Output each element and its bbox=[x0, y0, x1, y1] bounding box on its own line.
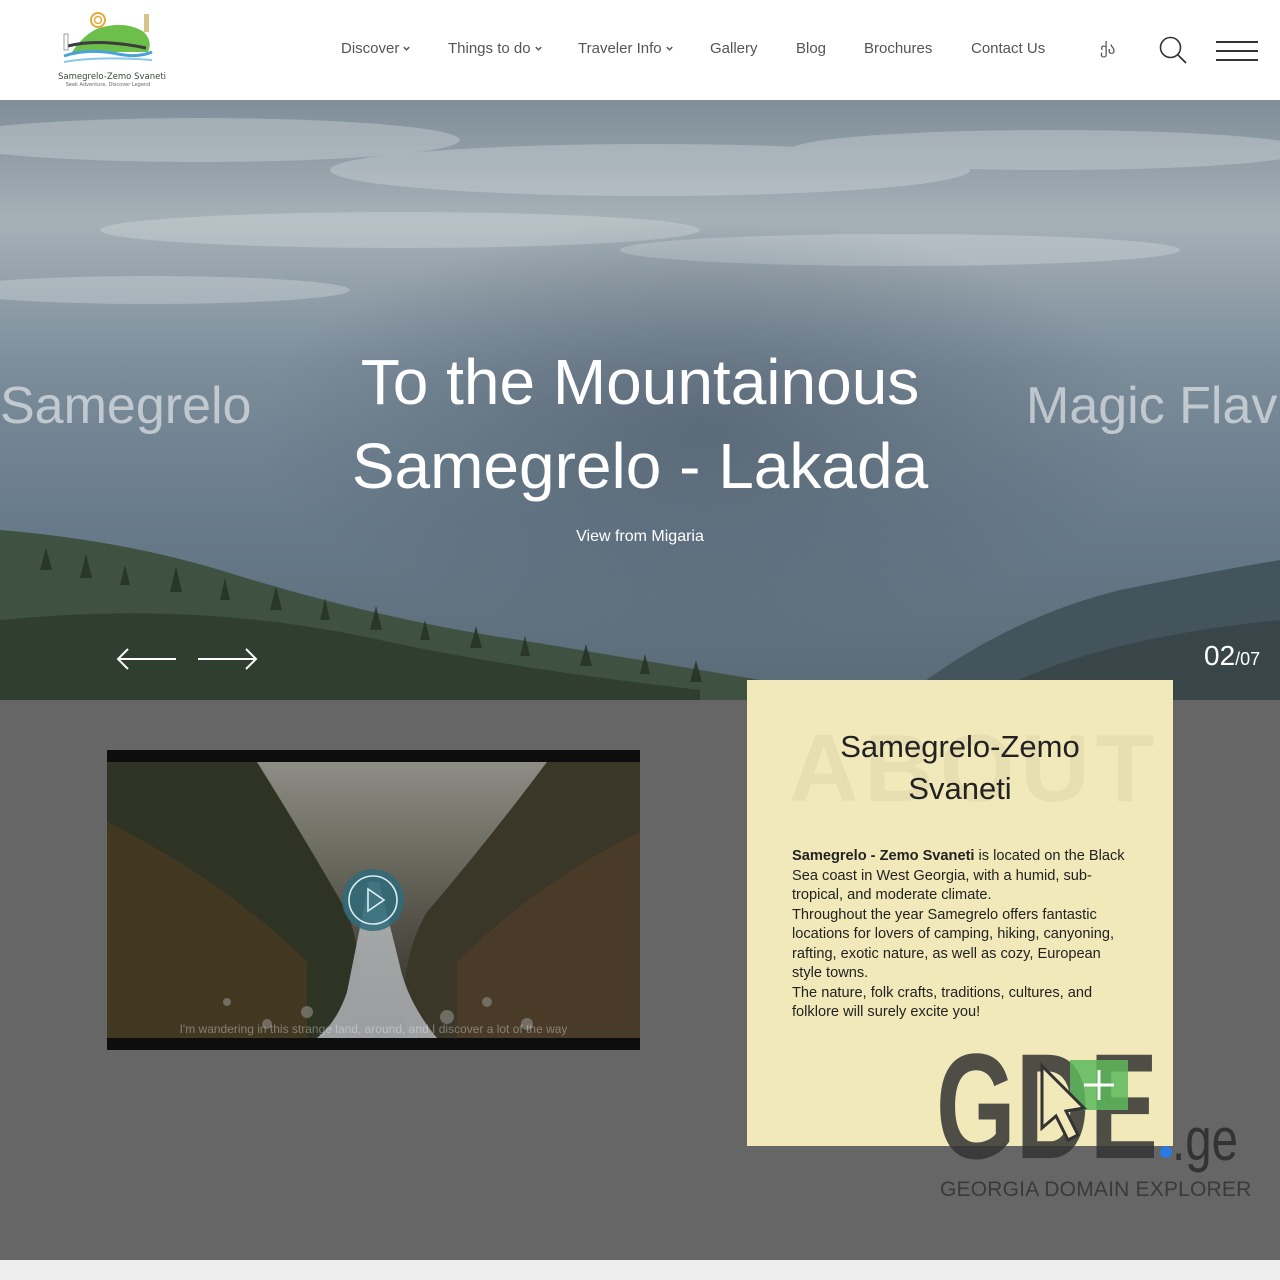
footer-strip bbox=[0, 1260, 1280, 1280]
arrow-left-icon bbox=[116, 648, 176, 670]
about-lead-bold: Samegrelo - Zemo Svaneti bbox=[792, 848, 975, 864]
video-play-button[interactable] bbox=[341, 868, 405, 932]
prev-slide-title[interactable]: Samegrelo bbox=[0, 376, 251, 436]
about-title: Samegrelo-Zemo Svaneti bbox=[840, 729, 1080, 806]
nav-item-label: Blog bbox=[796, 40, 827, 57]
next-slide-title[interactable]: Magic Flav bbox=[1026, 376, 1277, 436]
hamburger-icon-line bbox=[1216, 59, 1258, 61]
chevron-down-icon bbox=[665, 46, 673, 51]
nav-item-gallery[interactable]: Gallery bbox=[710, 40, 758, 57]
about-paragraph-2: Throughout the year Samegrelo offers fan… bbox=[792, 906, 1115, 982]
nav-item-label: Traveler Info bbox=[578, 40, 662, 57]
nav-item-brochures[interactable]: Brochures bbox=[864, 40, 932, 57]
about-paragraph-1: Samegrelo - Zemo Svaneti is located on t… bbox=[792, 847, 1132, 906]
nav-item-contact-us[interactable]: Contact Us bbox=[971, 40, 1045, 57]
about-description: Samegrelo - Zemo Svaneti is located on t… bbox=[792, 847, 1132, 1023]
slide-counter-current: 02 bbox=[1204, 640, 1236, 671]
logo-title: Samegrelo-Zemo Svaneti bbox=[58, 72, 167, 82]
language-switch[interactable]: ქა bbox=[1100, 40, 1115, 58]
nav-item-label: Brochures bbox=[864, 40, 933, 57]
logo-tagline: Seek Adventure, Discover Legend bbox=[65, 82, 151, 88]
nav-item-things-to-do[interactable]: Things to do bbox=[448, 40, 543, 57]
chevron-down-icon bbox=[403, 46, 411, 51]
about-paragraph-3: The nature, folk crafts, traditions, cul… bbox=[792, 984, 1093, 1021]
play-icon bbox=[342, 869, 404, 931]
video-subtitle: I'm wandering in this strange land, arou… bbox=[179, 1022, 568, 1036]
menu-button[interactable] bbox=[1216, 39, 1258, 63]
logo-graphic bbox=[63, 12, 153, 63]
nav-item-label: Discover bbox=[341, 40, 400, 57]
nav-item-blog[interactable]: Blog bbox=[796, 40, 826, 57]
nav-item-label: Things to do bbox=[448, 40, 531, 57]
site-logo[interactable]: Samegrelo-Zemo Svaneti Seek Adventure, D… bbox=[58, 8, 167, 92]
search-button[interactable] bbox=[1158, 35, 1188, 65]
slide-counter: 02/07 bbox=[1204, 640, 1260, 672]
hero-slider: Samegrelo Magic Flav To the Mountainous … bbox=[0, 100, 1280, 700]
gde-domain-text: .ge bbox=[1172, 1106, 1238, 1173]
hamburger-icon-line bbox=[1216, 50, 1258, 52]
nav-item-discover[interactable]: Discover bbox=[341, 40, 411, 57]
site-header: Samegrelo-Zemo Svaneti Seek Adventure, D… bbox=[0, 0, 1280, 100]
video-player[interactable]: I'm wandering in this strange land, arou… bbox=[107, 750, 640, 1050]
gde-dot bbox=[1160, 1146, 1172, 1158]
slider-prev-button[interactable] bbox=[114, 646, 180, 672]
nav-item-label: Gallery bbox=[710, 40, 758, 57]
nav-item-label: Contact Us bbox=[971, 40, 1046, 57]
hamburger-icon bbox=[1216, 41, 1258, 43]
hero-subtitle: View from Migaria bbox=[576, 528, 704, 545]
gde-tagline: GEORGIA DOMAIN EXPLORER bbox=[940, 1178, 1252, 1201]
slide-counter-total: /07 bbox=[1235, 649, 1261, 669]
search-icon bbox=[1159, 36, 1187, 64]
chevron-down-icon bbox=[534, 46, 542, 51]
slider-next-button[interactable] bbox=[194, 646, 260, 672]
nav-item-traveler-info[interactable]: Traveler Info bbox=[578, 40, 674, 57]
hero-title: To the Mountainous Samegrelo - Lakada bbox=[351, 346, 929, 502]
arrow-right-icon bbox=[198, 648, 258, 670]
